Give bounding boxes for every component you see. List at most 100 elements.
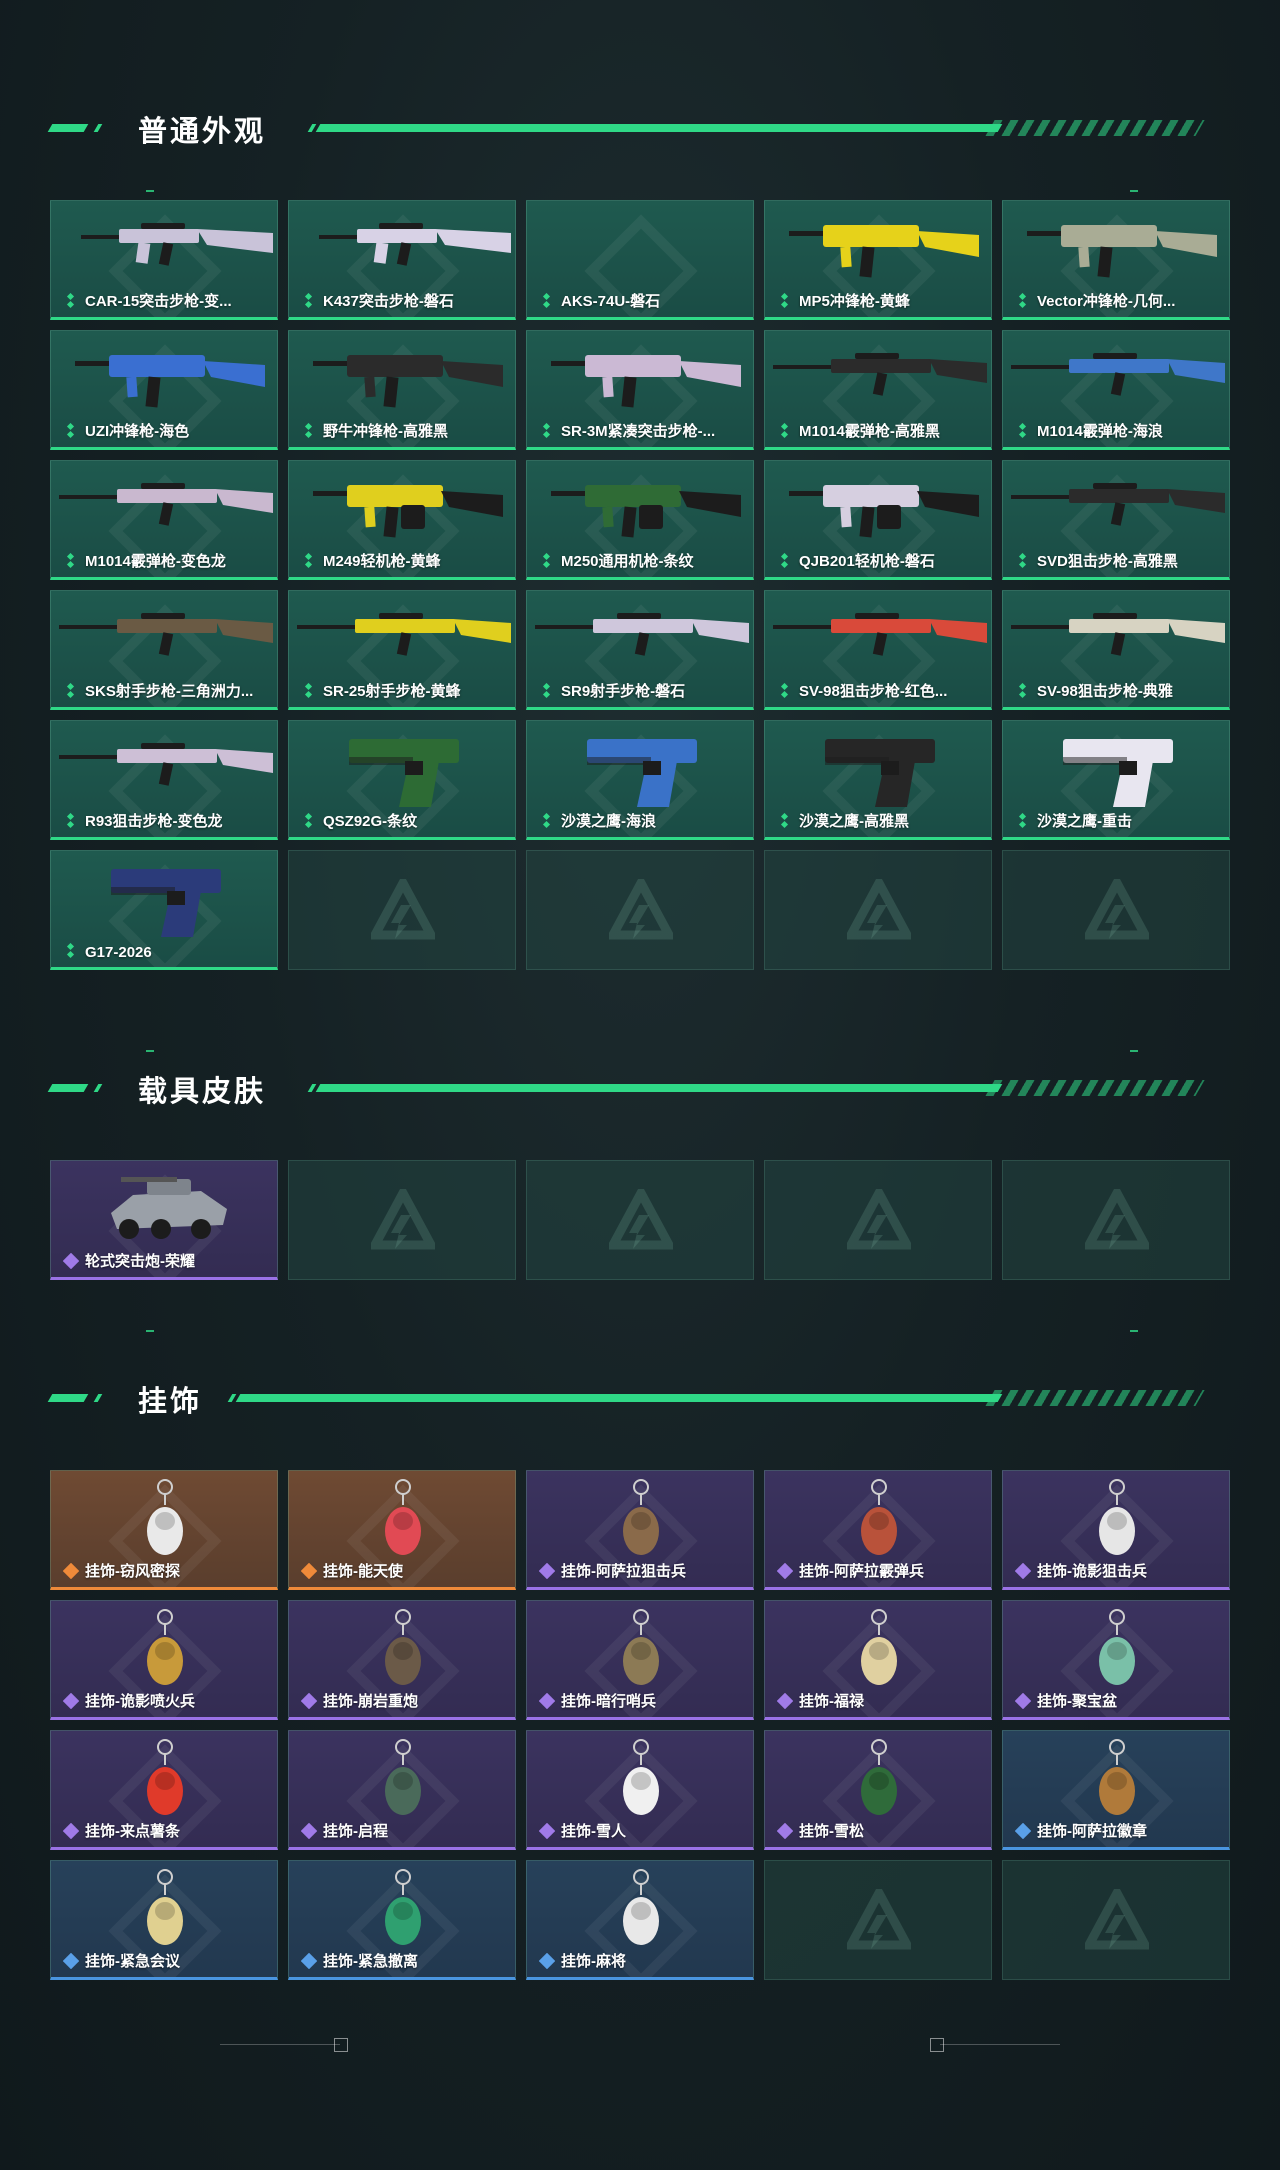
item-card[interactable]: Vector冲锋枪-几何...: [1002, 200, 1230, 320]
item-card[interactable]: CAR-15突击步枪-变...: [50, 200, 278, 320]
item-name: 挂饰-聚宝盆: [1037, 1693, 1117, 1710]
section-title: 载具皮肤: [138, 1074, 267, 1108]
empty-slot: [1002, 1860, 1230, 1980]
header-divider-line: [315, 1084, 1003, 1092]
rarity-diamond-icon: [780, 293, 789, 309]
pistol-icon: [1063, 739, 1173, 807]
item-card[interactable]: 挂饰-阿萨拉霰弹兵: [764, 1470, 992, 1590]
item-card[interactable]: 挂饰-崩岩重炮: [288, 1600, 516, 1720]
header-accent-bar: [47, 124, 89, 132]
charm-icon: [147, 1869, 183, 1945]
item-card[interactable]: M1014霰弹枪-海浪: [1002, 330, 1230, 450]
charm-icon: [623, 1739, 659, 1815]
charm-icon: [623, 1869, 659, 1945]
item-card[interactable]: 挂饰-能天使: [288, 1470, 516, 1590]
header-accent-bar: [93, 1394, 103, 1402]
frame-tick: [146, 1050, 154, 1052]
item-card[interactable]: 挂饰-阿萨拉狙击兵: [526, 1470, 754, 1590]
item-card[interactable]: SKS射手步枪-三角洲力...: [50, 590, 278, 710]
item-card[interactable]: G17-2026: [50, 850, 278, 970]
item-card[interactable]: 野牛冲锋枪-高雅黑: [288, 330, 516, 450]
rarity-diamond-icon: [1018, 813, 1027, 829]
item-card[interactable]: QSZ92G-条纹: [288, 720, 516, 840]
item-name: QJB201轻机枪-磐石: [799, 553, 935, 570]
item-card[interactable]: 挂饰-雪松: [764, 1730, 992, 1850]
rarity-diamond-icon: [542, 293, 551, 309]
item-card[interactable]: MP5冲锋枪-黄蜂: [764, 200, 992, 320]
item-card[interactable]: AKS-74U-磐石: [526, 200, 754, 320]
rarity-diamond-icon: [63, 1953, 79, 1969]
frame-tick: [1130, 1050, 1138, 1052]
item-card[interactable]: 沙漠之鹰-重击: [1002, 720, 1230, 840]
vehicle-icon: [111, 1177, 227, 1239]
item-card[interactable]: UZI冲锋枪-海色: [50, 330, 278, 450]
item-card[interactable]: SV-98狙击步枪-典雅: [1002, 590, 1230, 710]
item-card[interactable]: 挂饰-聚宝盆: [1002, 1600, 1230, 1720]
lmg-icon: [551, 485, 741, 538]
item-card[interactable]: SV-98狙击步枪-红色...: [764, 590, 992, 710]
placeholder-logo-icon: [609, 879, 673, 940]
item-name: M1014霰弹枪-变色龙: [85, 553, 226, 570]
item-card[interactable]: 挂饰-雪人: [526, 1730, 754, 1850]
item-card[interactable]: M249轻机枪-黄蜂: [288, 460, 516, 580]
item-card[interactable]: 挂饰-暗行哨兵: [526, 1600, 754, 1720]
item-card[interactable]: SVD狙击步枪-高雅黑: [1002, 460, 1230, 580]
item-card[interactable]: 挂饰-紧急会议: [50, 1860, 278, 1980]
item-card[interactable]: 挂饰-福禄: [764, 1600, 992, 1720]
charm-icon: [385, 1869, 421, 1945]
rarity-diamond-icon: [539, 1563, 555, 1579]
rarity-diamond-icon: [777, 1563, 793, 1579]
item-card[interactable]: 挂饰-启程: [288, 1730, 516, 1850]
sniper-icon: [773, 613, 987, 656]
item-card[interactable]: 挂饰-来点薯条: [50, 1730, 278, 1850]
item-card[interactable]: M250通用机枪-条纹: [526, 460, 754, 580]
rarity-diamond-icon: [304, 423, 313, 439]
item-card[interactable]: M1014霰弹枪-高雅黑: [764, 330, 992, 450]
item-card[interactable]: 挂饰-窃风密探: [50, 1470, 278, 1590]
empty-slot: [1002, 1160, 1230, 1280]
empty-slot: [526, 850, 754, 970]
rarity-diamond-icon: [1018, 423, 1027, 439]
lmg-icon: [789, 485, 979, 538]
item-card[interactable]: 轮式突击炮-荣耀: [50, 1160, 278, 1280]
item-card[interactable]: K437突击步枪-磐石: [288, 200, 516, 320]
item-name: 轮式突击炮-荣耀: [85, 1253, 195, 1270]
sniper-icon: [1011, 483, 1225, 526]
smg-icon: [313, 355, 503, 408]
frame-tick: [146, 190, 154, 192]
item-card[interactable]: M1014霰弹枪-变色龙: [50, 460, 278, 580]
rarity-diamond-icon: [304, 813, 313, 829]
rarity-diamond-icon: [301, 1953, 317, 1969]
charm-icon: [623, 1479, 659, 1555]
item-name: SR9射手步枪-磐石: [561, 683, 686, 700]
item-name: 挂饰-窃风密探: [85, 1563, 180, 1580]
item-name: 沙漠之鹰-重击: [1037, 813, 1132, 830]
item-card[interactable]: 沙漠之鹰-高雅黑: [764, 720, 992, 840]
item-card[interactable]: 沙漠之鹰-海浪: [526, 720, 754, 840]
item-card[interactable]: SR9射手步枪-磐石: [526, 590, 754, 710]
rarity-diamond-icon: [1015, 1823, 1031, 1839]
placeholder-logo-icon: [847, 1189, 911, 1250]
item-name: 沙漠之鹰-海浪: [561, 813, 656, 830]
item-name: Vector冲锋枪-几何...: [1037, 293, 1176, 310]
item-card[interactable]: 挂饰-诡影喷火兵: [50, 1600, 278, 1720]
item-card[interactable]: SR-3M紧凑突击步枪-...: [526, 330, 754, 450]
item-name: K437突击步枪-磐石: [323, 293, 454, 310]
placeholder-logo-icon: [1085, 1189, 1149, 1250]
item-card[interactable]: 挂饰-诡影狙击兵: [1002, 1470, 1230, 1590]
rarity-diamond-icon: [304, 293, 313, 309]
item-name: 挂饰-能天使: [323, 1563, 403, 1580]
item-card[interactable]: 挂饰-紧急撤离: [288, 1860, 516, 1980]
item-name: G17-2026: [85, 944, 152, 961]
item-name: 挂饰-崩岩重炮: [323, 1693, 418, 1710]
rarity-diamond-icon: [63, 1693, 79, 1709]
item-name: SR-3M紧凑突击步枪-...: [561, 423, 716, 440]
item-card[interactable]: 挂饰-阿萨拉徽章: [1002, 1730, 1230, 1850]
item-card[interactable]: R93狙击步枪-变色龙: [50, 720, 278, 840]
item-card[interactable]: SR-25射手步枪-黄蜂: [288, 590, 516, 710]
item-card[interactable]: 挂饰-麻将: [526, 1860, 754, 1980]
rarity-diamond-icon: [542, 423, 551, 439]
rarity-diamond-icon: [1018, 293, 1027, 309]
item-name: 挂饰-紧急撤离: [323, 1953, 418, 1970]
item-card[interactable]: QJB201轻机枪-磐石: [764, 460, 992, 580]
